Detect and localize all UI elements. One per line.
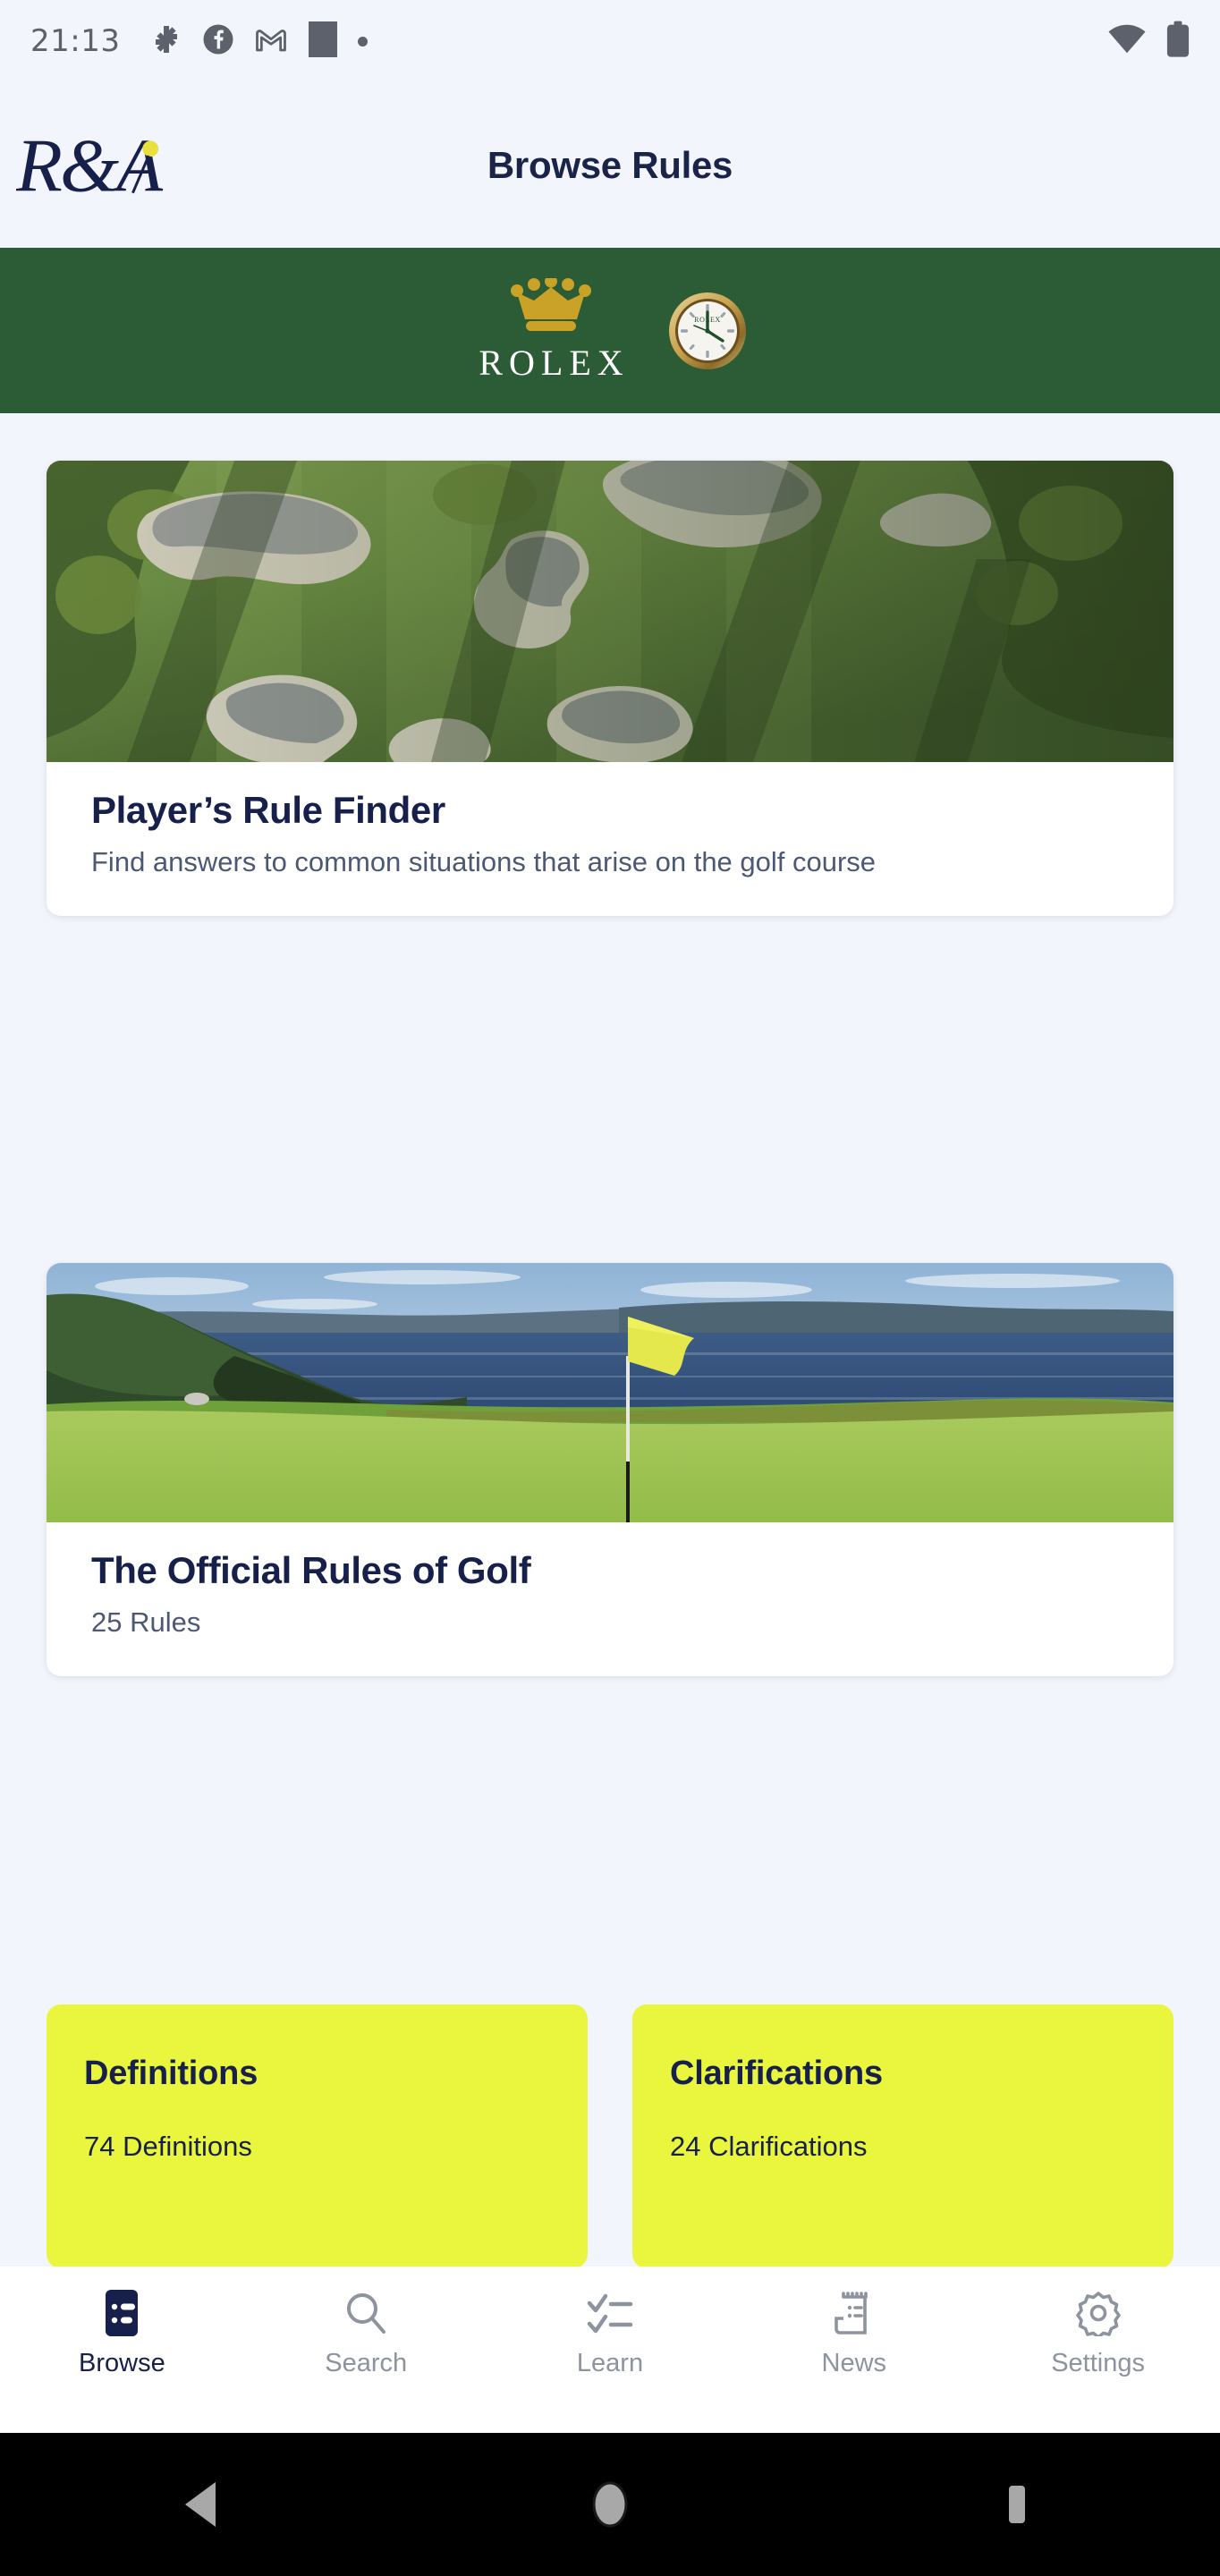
browse-content-scroll[interactable]: Player’s Rule Finder Find answers to com… — [0, 413, 1220, 2268]
home-button[interactable] — [556, 2464, 664, 2545]
list-icon — [100, 2290, 143, 2336]
tile-subtitle: 24 Clarifications — [670, 2131, 868, 2162]
card-image-coastal-green — [47, 1263, 1173, 1522]
card-image-aerial-golf-course — [47, 461, 1173, 762]
nav-item-settings[interactable]: Settings — [976, 2267, 1220, 2378]
tile-subtitle: 74 Definitions — [84, 2131, 252, 2162]
sponsor-banner-rolex[interactable]: ROLEX — [0, 248, 1220, 413]
rolex-lockup: ROLEX — [472, 275, 630, 384]
app-screen: 21:13 R&A Browse Rules ROLEX Player’s Ru… — [0, 0, 1220, 2576]
tile-definitions[interactable]: Definitions 74 Definitions — [47, 2004, 588, 2268]
nav-item-learn[interactable]: Learn — [488, 2267, 733, 2378]
rolex-watch-icon: ROLEX — [667, 291, 748, 371]
nav-label: Settings — [1051, 2349, 1145, 2377]
svg-text:R&A: R&A — [16, 124, 164, 208]
wifi-icon — [1107, 23, 1147, 60]
tile-title: Clarifications — [670, 2055, 883, 2092]
newspaper-icon — [834, 2290, 874, 2336]
nav-label: Browse — [79, 2349, 165, 2377]
category-tiles: Definitions 74 Definitions Clarification… — [47, 2004, 1173, 2268]
app-square-icon — [308, 21, 338, 63]
tile-clarifications[interactable]: Clarifications 24 Clarifications — [632, 2004, 1173, 2268]
rolex-wordmark: ROLEX — [479, 342, 630, 383]
status-bar-clock: 21:13 — [30, 23, 121, 59]
randa-logo[interactable]: R&A — [15, 123, 166, 209]
nav-label: Learn — [576, 2349, 644, 2377]
bluetooth-share-icon — [150, 23, 182, 60]
recents-button[interactable] — [963, 2464, 1071, 2545]
nav-item-news[interactable]: News — [732, 2267, 976, 2378]
tile-title: Definitions — [84, 2055, 258, 2092]
card-players-rule-finder[interactable]: Player’s Rule Finder Find answers to com… — [47, 461, 1173, 917]
facebook-icon — [202, 23, 234, 60]
search-icon — [343, 2290, 388, 2336]
card-subtitle: Find answers to common situations that a… — [91, 846, 877, 878]
nav-item-search[interactable]: Search — [244, 2267, 488, 2378]
checklist-icon — [586, 2290, 634, 2336]
status-bar: 21:13 — [0, 0, 1220, 82]
android-system-nav — [0, 2433, 1220, 2576]
back-button[interactable] — [149, 2464, 257, 2545]
card-body: Player’s Rule Finder Find answers to com… — [47, 762, 1173, 916]
page-title: Browse Rules — [487, 143, 733, 186]
gear-icon — [1075, 2290, 1122, 2336]
gmail-icon — [254, 23, 288, 60]
app-header: R&A Browse Rules — [0, 82, 1220, 248]
nav-label: News — [821, 2349, 887, 2377]
nav-label: Search — [325, 2349, 408, 2377]
card-official-rules-of-golf[interactable]: The Official Rules of Golf 25 Rules — [47, 1263, 1173, 1677]
card-body: The Official Rules of Golf 25 Rules — [47, 1522, 1173, 1676]
rolex-crown-icon — [508, 275, 594, 338]
card-subtitle: 25 Rules — [91, 1606, 201, 1639]
nav-item-browse[interactable]: Browse — [0, 2267, 244, 2378]
bottom-navigation-bar: Browse Search Learn News Settings — [0, 2267, 1220, 2433]
status-bar-system-icons — [1107, 21, 1190, 63]
card-title: The Official Rules of Golf — [91, 1549, 531, 1591]
status-bar-notification-icons — [150, 21, 369, 63]
battery-icon — [1166, 21, 1190, 63]
card-title: Player’s Rule Finder — [91, 789, 445, 831]
more-dot-icon — [358, 36, 369, 47]
